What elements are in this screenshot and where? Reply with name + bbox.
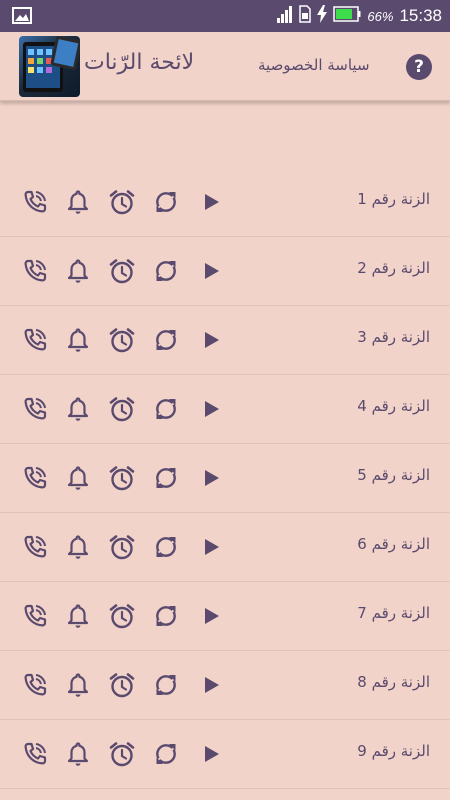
repeat-icon[interactable] (152, 326, 180, 354)
set-call-ringtone-icon[interactable] (21, 533, 49, 561)
list-item: الزنة رقم 1 (0, 168, 450, 237)
ringtone-list: الزنة رقم 1 الزنة رقم 2 الزنة رقم 3 الزن… (0, 168, 450, 789)
repeat-icon[interactable] (152, 602, 180, 630)
ringtone-label: الزنة رقم 8 (357, 673, 430, 691)
set-notification-icon[interactable] (64, 188, 92, 216)
set-alarm-icon[interactable] (108, 671, 136, 699)
signal-icon (277, 5, 293, 27)
set-alarm-icon[interactable] (108, 326, 136, 354)
battery-percent: 66% (367, 8, 394, 24)
play-icon[interactable] (197, 188, 225, 216)
set-alarm-icon[interactable] (108, 740, 136, 768)
set-call-ringtone-icon[interactable] (21, 740, 49, 768)
set-notification-icon[interactable] (64, 533, 92, 561)
repeat-icon[interactable] (152, 464, 180, 492)
app-bar: لائحة الرّنات سياسة الخصوصية ? (0, 32, 450, 101)
repeat-icon[interactable] (152, 533, 180, 561)
play-icon[interactable] (197, 326, 225, 354)
repeat-icon[interactable] (152, 671, 180, 699)
set-call-ringtone-icon[interactable] (21, 257, 49, 285)
play-icon[interactable] (197, 395, 225, 423)
status-time: 15:38 (399, 6, 442, 25)
gallery-notification-icon (12, 7, 32, 24)
repeat-icon[interactable] (152, 257, 180, 285)
play-icon[interactable] (197, 671, 225, 699)
play-icon[interactable] (197, 257, 225, 285)
privacy-policy-link[interactable]: سياسة الخصوصية (258, 56, 370, 74)
app-title: لائحة الرّنات (84, 50, 195, 75)
set-call-ringtone-icon[interactable] (21, 188, 49, 216)
set-alarm-icon[interactable] (108, 188, 136, 216)
set-notification-icon[interactable] (64, 464, 92, 492)
set-alarm-icon[interactable] (108, 533, 136, 561)
play-icon[interactable] (197, 464, 225, 492)
list-item: الزنة رقم 8 (0, 651, 450, 720)
ringtone-label: الزنة رقم 7 (357, 604, 430, 622)
list-item: الزنة رقم 4 (0, 375, 450, 444)
set-notification-icon[interactable] (64, 671, 92, 699)
set-call-ringtone-icon[interactable] (21, 395, 49, 423)
list-item: الزنة رقم 5 (0, 444, 450, 513)
set-call-ringtone-icon[interactable] (21, 464, 49, 492)
list-item: الزنة رقم 7 (0, 582, 450, 651)
charging-icon (317, 5, 328, 27)
set-notification-icon[interactable] (64, 602, 92, 630)
set-call-ringtone-icon[interactable] (21, 326, 49, 354)
ringtone-label: الزنة رقم 3 (357, 328, 430, 346)
ringtone-label: الزنة رقم 5 (357, 466, 430, 484)
app-logo (19, 36, 80, 97)
repeat-icon[interactable] (152, 188, 180, 216)
play-icon[interactable] (197, 533, 225, 561)
list-item: الزنة رقم 6 (0, 513, 450, 582)
help-button[interactable]: ? (406, 54, 432, 80)
battery-icon (333, 6, 361, 26)
ringtone-label: الزنة رقم 1 (357, 190, 430, 208)
repeat-icon[interactable] (152, 395, 180, 423)
list-item: الزنة رقم 3 (0, 306, 450, 375)
set-call-ringtone-icon[interactable] (21, 671, 49, 699)
list-item: الزنة رقم 2 (0, 237, 450, 306)
sim-icon (299, 5, 312, 27)
ringtone-label: الزنة رقم 9 (357, 742, 430, 760)
set-alarm-icon[interactable] (108, 602, 136, 630)
set-alarm-icon[interactable] (108, 395, 136, 423)
set-notification-icon[interactable] (64, 257, 92, 285)
set-notification-icon[interactable] (64, 395, 92, 423)
status-bar: 66% 15:38 (0, 0, 450, 32)
play-icon[interactable] (197, 740, 225, 768)
list-item: الزنة رقم 9 (0, 720, 450, 789)
set-notification-icon[interactable] (64, 740, 92, 768)
ringtone-label: الزنة رقم 4 (357, 397, 430, 415)
set-notification-icon[interactable] (64, 326, 92, 354)
ringtone-label: الزنة رقم 2 (357, 259, 430, 277)
set-call-ringtone-icon[interactable] (21, 602, 49, 630)
set-alarm-icon[interactable] (108, 257, 136, 285)
repeat-icon[interactable] (152, 740, 180, 768)
play-icon[interactable] (197, 602, 225, 630)
ringtone-label: الزنة رقم 6 (357, 535, 430, 553)
set-alarm-icon[interactable] (108, 464, 136, 492)
